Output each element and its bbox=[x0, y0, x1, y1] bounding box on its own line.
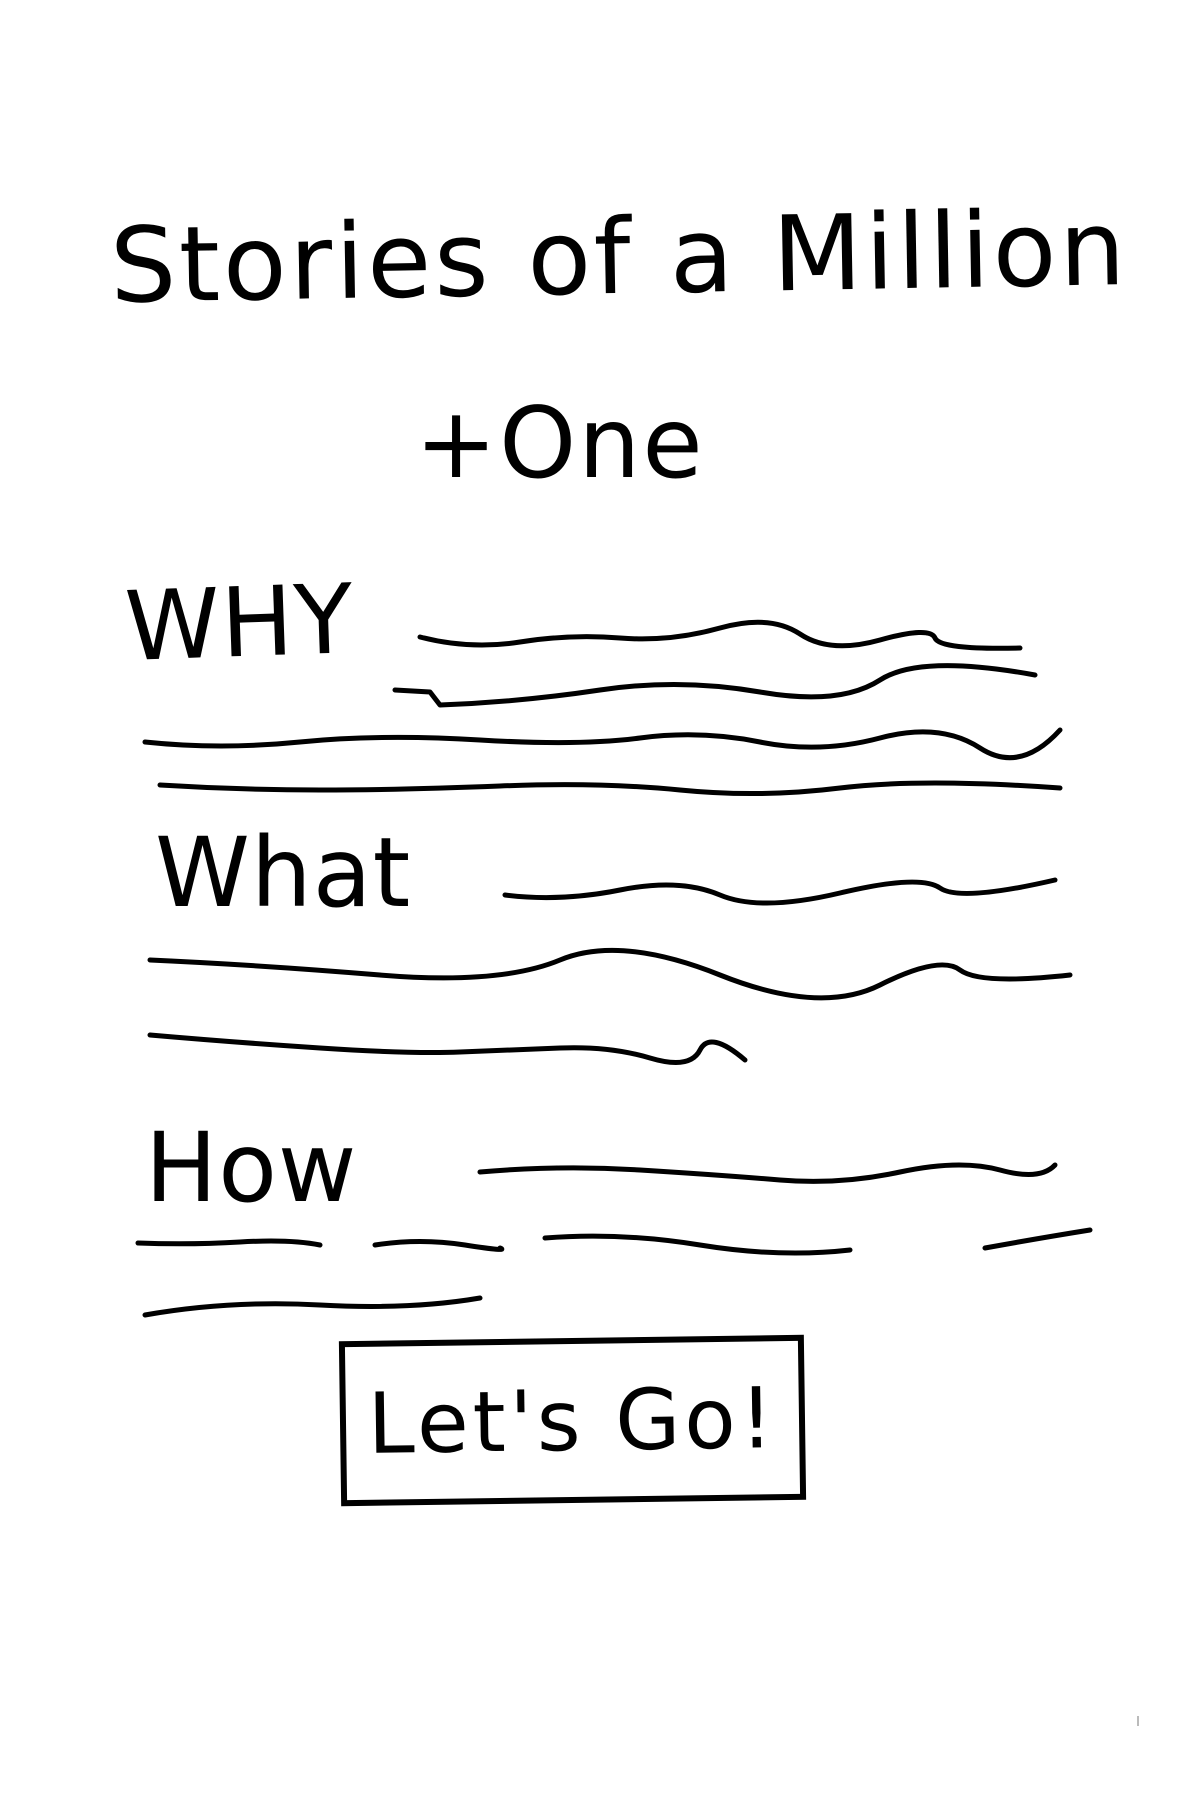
what-placeholder-line-2 bbox=[147, 947, 1073, 1001]
what-placeholder-line-3 bbox=[147, 1032, 748, 1065]
section-heading-what: What bbox=[155, 817, 412, 929]
how-placeholder-line-1 bbox=[477, 1162, 1058, 1184]
what-placeholder-line-1 bbox=[502, 877, 1058, 906]
lets-go-button[interactable]: Let's Go! bbox=[338, 1334, 807, 1507]
mockup-page: Stories of a Million +One WHY What How L… bbox=[0, 0, 1200, 1793]
page-title-suffix: +One bbox=[415, 387, 705, 501]
how-placeholder-line-2 bbox=[135, 1238, 323, 1248]
lets-go-button-label: Let's Go! bbox=[367, 1368, 778, 1473]
how-placeholder-line-5 bbox=[982, 1227, 1093, 1251]
section-heading-why: WHY bbox=[123, 563, 356, 683]
why-placeholder-line-2 bbox=[392, 663, 1038, 708]
why-placeholder-line-1 bbox=[417, 619, 1023, 651]
page-title: Stories of a Million bbox=[109, 187, 1130, 327]
how-placeholder-line-6 bbox=[142, 1295, 483, 1318]
why-placeholder-line-4 bbox=[157, 780, 1063, 797]
how-placeholder-line-4 bbox=[542, 1233, 853, 1256]
how-placeholder-line-3 bbox=[372, 1239, 505, 1252]
page-corner-mark bbox=[1137, 1716, 1139, 1726]
section-heading-how: How bbox=[145, 1112, 358, 1224]
why-placeholder-line-3 bbox=[142, 727, 1063, 761]
